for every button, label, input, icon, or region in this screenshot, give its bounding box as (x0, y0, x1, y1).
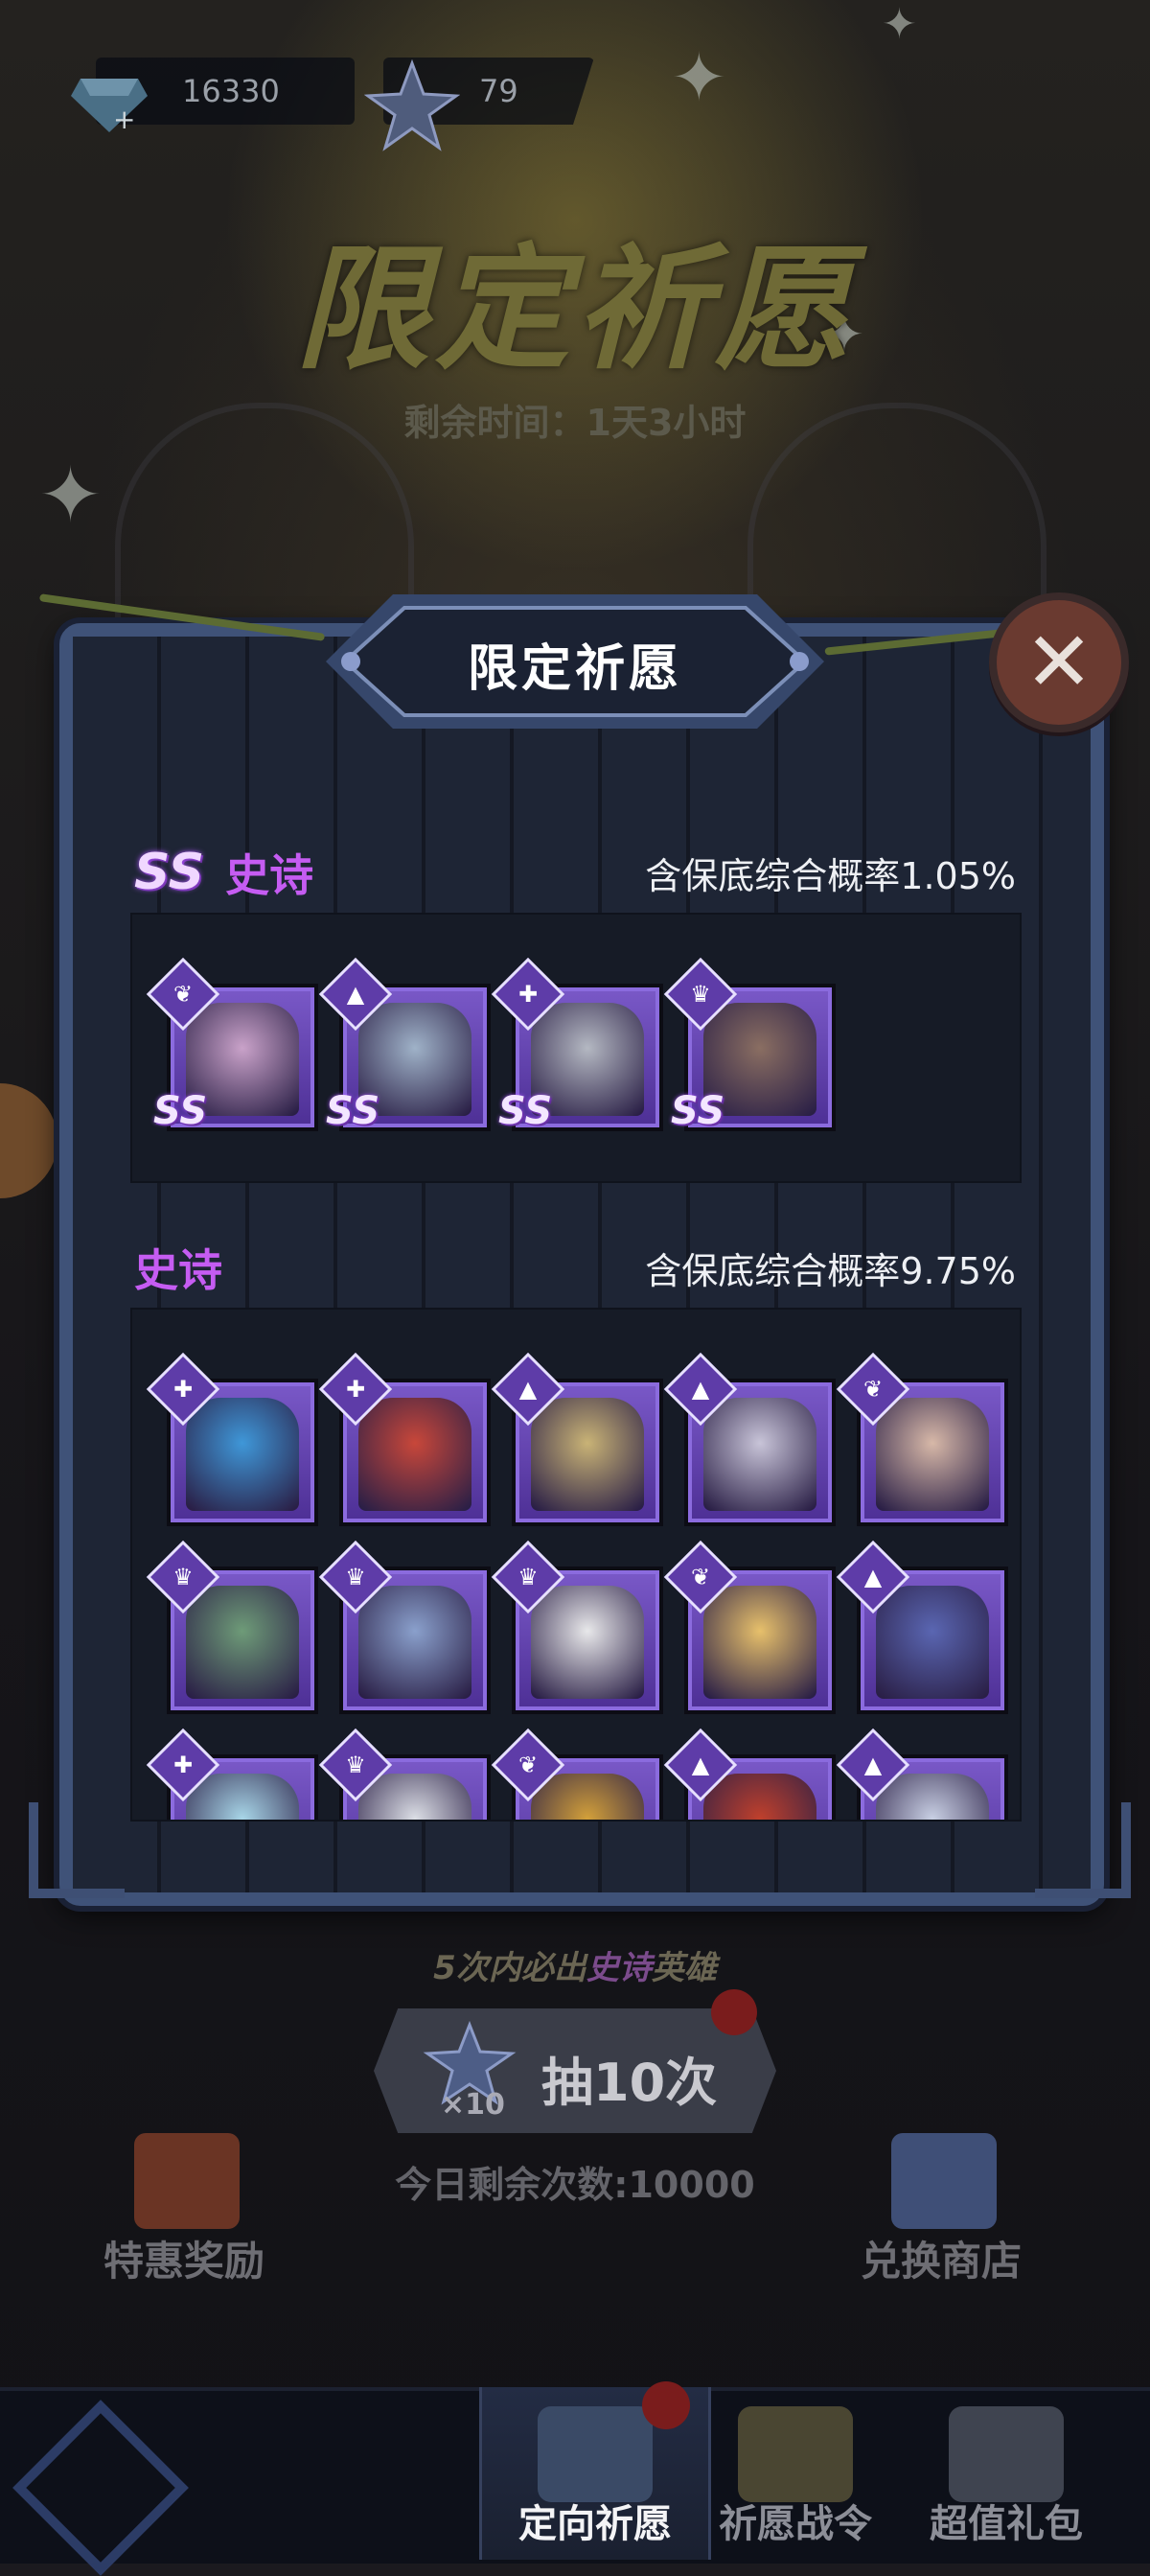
ss-rank-badge: SS (153, 1089, 208, 1133)
hero-card[interactable]: ♛ SS (663, 957, 836, 1133)
hero-card[interactable]: ♛ (318, 1540, 491, 1714)
hero-card[interactable]: ❦ SS (146, 957, 318, 1133)
hero-card[interactable]: ▲ (663, 1728, 836, 1820)
close-icon: ✕ (1024, 615, 1094, 710)
sparkle-icon: ✦ (671, 38, 727, 117)
draw-10-label: 抽10次 (541, 2053, 718, 2113)
epic-hero-grid[interactable]: ✚ ✚ ▲ ▲ ❦ ♛ ♛ ♛ ❦ ▲ ✚ ♛ ❦ ▲ ▲ (130, 1308, 1022, 1822)
ticket-count: 79 (479, 73, 518, 109)
probability-text: 含保底综合概率9.75% (645, 1249, 1016, 1292)
sparkle-icon: ✦ (38, 451, 104, 540)
pity-notice: 5次内必出史诗英雄 (0, 1941, 1150, 1988)
hero-portrait (703, 1586, 816, 1699)
hero-card[interactable]: ✚ (146, 1728, 318, 1820)
hero-portrait (531, 1586, 644, 1699)
hero-portrait (358, 1398, 472, 1511)
hero-portrait (358, 1586, 472, 1699)
pity-highlight: 史诗 (586, 1949, 652, 1987)
hero-card[interactable]: ✚ SS (491, 957, 663, 1133)
pass-icon (738, 2406, 853, 2502)
ss-rank-badge: SS (498, 1089, 553, 1133)
tier-label: 史诗 (134, 1244, 222, 1296)
diamond-icon: + (71, 79, 148, 134)
notification-dot (711, 1989, 757, 2035)
pity-suffix: 英雄 (651, 1949, 717, 1987)
sparkle-icon: ✦ (882, 0, 917, 49)
hero-card[interactable]: ♛ (491, 1540, 663, 1714)
tab-label: 定向祈愿 (518, 2502, 672, 2546)
hero-card[interactable]: ▲ SS (318, 957, 491, 1133)
hero-card[interactable]: ▲ (663, 1352, 836, 1526)
ss-badge: SS (134, 844, 205, 901)
resource-bar: 16330 + 79 (58, 58, 594, 151)
probability-text: 含保底综合概率1.05% (645, 854, 1016, 897)
remaining-time: 剩余时间：1天3小时 (403, 402, 747, 444)
tier-label: 史诗 (225, 849, 314, 901)
hero-portrait (703, 1398, 816, 1511)
special-reward-icon[interactable] (134, 2133, 240, 2229)
hero-card[interactable]: ✚ (318, 1352, 491, 1526)
hero-portrait (876, 1586, 989, 1699)
ss-rank-badge: SS (671, 1089, 725, 1133)
tab-label: 超值礼包 (930, 2502, 1083, 2546)
frame-corner (1035, 1802, 1131, 1898)
modal-title: 限定祈愿 (467, 640, 682, 698)
tab-wish-pass[interactable]: 祈愿战令 (709, 2387, 882, 2560)
frame-corner (29, 1802, 125, 1898)
draw-multiplier: ×10 (441, 2088, 505, 2122)
close-button[interactable]: ✕ (989, 592, 1129, 732)
tab-value-pack[interactable]: 超值礼包 (901, 2387, 1112, 2560)
hero-card[interactable]: ♛ (318, 1728, 491, 1820)
hero-portrait (876, 1398, 989, 1511)
exchange-shop-label[interactable]: 兑换商店 (861, 2229, 1022, 2287)
hero-card[interactable]: ❦ (836, 1352, 1008, 1526)
epic-header: 史诗 含保底综合概率9.75% (134, 1239, 1016, 1296)
exchange-shop-icon[interactable] (891, 2133, 997, 2229)
hero-card[interactable]: ♛ (146, 1540, 318, 1714)
banner-title: 限定祈愿 (294, 232, 855, 388)
pity-prefix: 5次内必出 (433, 1949, 586, 1987)
wish-icon (538, 2406, 653, 2502)
hero-card[interactable]: ✚ (146, 1352, 318, 1526)
svg-text:+: + (113, 104, 135, 134)
tab-label: 祈愿战令 (719, 2502, 872, 2546)
wish-star-icon (364, 58, 460, 151)
hero-card[interactable]: ▲ (836, 1728, 1008, 1820)
notification-dot (642, 2381, 690, 2429)
hero-card[interactable]: ▲ (491, 1352, 663, 1526)
special-reward-label[interactable]: 特惠奖励 (104, 2229, 264, 2287)
gift-icon (949, 2406, 1064, 2502)
hero-portrait (186, 1398, 299, 1511)
hero-card[interactable]: ▲ (836, 1540, 1008, 1714)
ss-hero-grid: ❦ SS ▲ SS ✚ SS ♛ SS (130, 913, 1022, 1183)
gem-count: 16330 (182, 73, 280, 109)
hero-card[interactable]: ❦ (663, 1540, 836, 1714)
ss-epic-header: SS 史诗 含保底综合概率1.05% (134, 844, 1016, 901)
hero-portrait (186, 1586, 299, 1699)
hero-card[interactable]: ❦ (491, 1728, 663, 1820)
ss-rank-badge: SS (326, 1089, 380, 1133)
hero-portrait (531, 1398, 644, 1511)
